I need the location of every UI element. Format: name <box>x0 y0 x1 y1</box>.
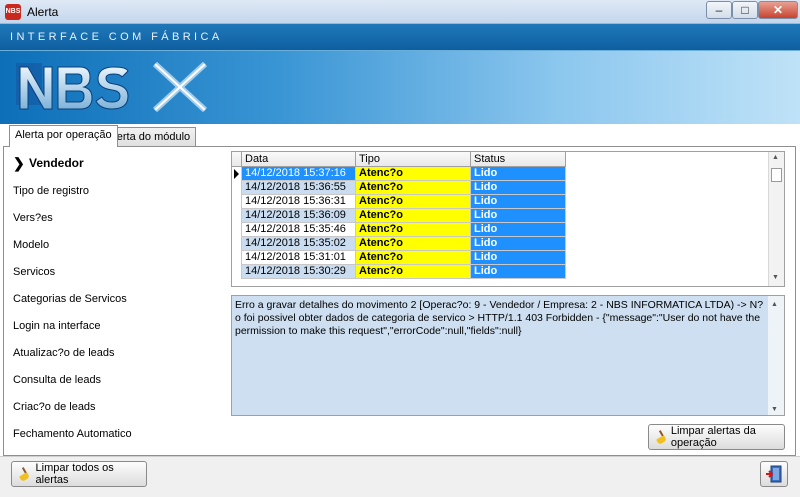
banner-caption-bar: INTERFACE COM FÁBRICA <box>0 24 800 51</box>
minimize-button[interactable]: – <box>706 1 732 19</box>
exit-door-icon <box>766 465 782 483</box>
cell-status[interactable]: Lido <box>471 167 566 181</box>
cell-tipo[interactable]: Atenc?o <box>356 167 471 181</box>
table-row[interactable]: 14/12/2018 15:35:02 Atenc?o Lido <box>232 237 566 251</box>
cell-tipo[interactable]: Atenc?o <box>356 195 471 209</box>
table-row[interactable]: 14/12/2018 15:37:16 Atenc?o Lido <box>232 167 566 181</box>
column-header-tipo[interactable]: Tipo <box>356 152 471 167</box>
cell-tipo[interactable]: Atenc?o <box>356 237 471 251</box>
window-titlebar: NBS Alerta – □ ✕ <box>0 0 800 24</box>
cell-status[interactable]: Lido <box>471 195 566 209</box>
nav-item-tipo-de-registro[interactable]: Tipo de registro <box>13 185 89 197</box>
cell-status[interactable]: Lido <box>471 237 566 251</box>
close-button[interactable]: ✕ <box>758 1 798 19</box>
grid-header: Data Tipo Status <box>232 152 566 167</box>
table-row[interactable]: 14/12/2018 15:36:09 Atenc?o Lido <box>232 209 566 223</box>
x-emblem-icon <box>152 61 208 113</box>
cell-status[interactable]: Lido <box>471 251 566 265</box>
cell-data[interactable]: 14/12/2018 15:35:02 <box>242 237 356 251</box>
table-row[interactable]: 14/12/2018 15:31:01 Atenc?o Lido <box>232 251 566 265</box>
clear-all-alerts-button[interactable]: Limpar todos os alertas <box>11 461 147 487</box>
app-icon: NBS <box>5 4 21 20</box>
cell-tipo[interactable]: Atenc?o <box>356 251 471 265</box>
cell-status[interactable]: Lido <box>471 223 566 237</box>
row-indicator <box>232 237 242 251</box>
exit-button[interactable] <box>760 461 788 487</box>
banner <box>0 51 800 124</box>
alert-message-text: Erro a gravar detalhes do movimento 2 [O… <box>235 299 764 337</box>
cell-status[interactable]: Lido <box>471 265 566 279</box>
row-indicator <box>232 181 242 195</box>
nav-item-criacao-de-leads[interactable]: Criac?o de leads <box>13 401 96 413</box>
nav-item-login-na-interface[interactable]: Login na interface <box>13 320 100 332</box>
cell-data[interactable]: 14/12/2018 15:30:29 <box>242 265 356 279</box>
nav-item-versoes[interactable]: Vers?es <box>13 212 53 224</box>
grid-header-indicator <box>232 152 242 167</box>
cell-tipo[interactable]: Atenc?o <box>356 209 471 223</box>
row-indicator <box>232 223 242 237</box>
table-row[interactable]: 14/12/2018 15:35:46 Atenc?o Lido <box>232 223 566 237</box>
clear-operation-alerts-label: Limpar alertas da operação <box>670 425 756 449</box>
row-indicator <box>232 265 242 279</box>
nav-item-fechamento-automatico[interactable]: Fechamento Automatico <box>13 428 132 440</box>
tab-alerta-por-operacao[interactable]: Alerta por operação <box>9 125 118 147</box>
chevron-right-icon: ❯ <box>13 155 25 171</box>
cell-data[interactable]: 14/12/2018 15:36:55 <box>242 181 356 195</box>
window-title: Alerta <box>27 5 59 19</box>
cell-status[interactable]: Lido <box>471 181 566 195</box>
row-indicator <box>232 251 242 265</box>
clear-all-alerts-label: Limpar todos os alertas <box>35 462 114 486</box>
nav-item-label: Vendedor <box>29 156 84 170</box>
nav-item-vendedor[interactable]: ❯ Vendedor <box>13 155 84 171</box>
nav-item-categorias-de-servicos[interactable]: Categorias de Servicos <box>13 293 127 305</box>
cell-data[interactable]: 14/12/2018 15:36:09 <box>242 209 356 223</box>
broom-icon <box>18 467 32 481</box>
row-indicator <box>232 209 242 223</box>
grid-vertical-scrollbar[interactable]: ▲ ▼ <box>768 152 784 286</box>
alerts-grid[interactable]: Data Tipo Status 14/12/2018 15:37:16 Ate… <box>231 151 785 287</box>
scroll-up-arrow-icon[interactable]: ▲ <box>772 154 779 161</box>
scroll-down-arrow-icon[interactable]: ▼ <box>772 274 779 281</box>
scroll-thumb[interactable] <box>771 168 782 182</box>
nav-item-modelo[interactable]: Modelo <box>13 239 49 251</box>
cell-data[interactable]: 14/12/2018 15:37:16 <box>242 167 356 181</box>
table-row[interactable]: 14/12/2018 15:30:29 Atenc?o Lido <box>232 265 566 279</box>
clear-operation-alerts-button[interactable]: Limpar alertas da operação <box>648 424 785 450</box>
nbs-logo <box>16 63 129 110</box>
cell-tipo[interactable]: Atenc?o <box>356 181 471 195</box>
cell-status[interactable]: Lido <box>471 209 566 223</box>
column-header-status[interactable]: Status <box>471 152 566 167</box>
scroll-down-arrow-icon[interactable]: ▼ <box>771 403 778 416</box>
cell-tipo[interactable]: Atenc?o <box>356 265 471 279</box>
row-indicator <box>232 167 242 181</box>
current-row-arrow-icon <box>234 169 239 179</box>
cell-data[interactable]: 14/12/2018 15:36:31 <box>242 195 356 209</box>
row-indicator <box>232 195 242 209</box>
scroll-up-arrow-icon[interactable]: ▲ <box>771 298 778 311</box>
cell-data[interactable]: 14/12/2018 15:35:46 <box>242 223 356 237</box>
cell-data[interactable]: 14/12/2018 15:31:01 <box>242 251 356 265</box>
table-row[interactable]: 14/12/2018 15:36:55 Atenc?o Lido <box>232 181 566 195</box>
table-row[interactable]: 14/12/2018 15:36:31 Atenc?o Lido <box>232 195 566 209</box>
nav-item-consulta-de-leads[interactable]: Consulta de leads <box>13 374 101 386</box>
banner-caption: INTERFACE COM FÁBRICA <box>10 31 223 43</box>
message-vertical-scrollbar[interactable]: ▲ ▼ <box>768 296 784 415</box>
cell-tipo[interactable]: Atenc?o <box>356 223 471 237</box>
column-header-data[interactable]: Data <box>242 152 356 167</box>
nav-item-atualizacao-de-leads[interactable]: Atualizac?o de leads <box>13 347 115 359</box>
nav-item-servicos[interactable]: Servicos <box>13 266 55 278</box>
broom-icon <box>655 430 667 444</box>
maximize-button[interactable]: □ <box>732 1 758 19</box>
alert-message-box[interactable]: Erro a gravar detalhes do movimento 2 [O… <box>231 295 785 416</box>
